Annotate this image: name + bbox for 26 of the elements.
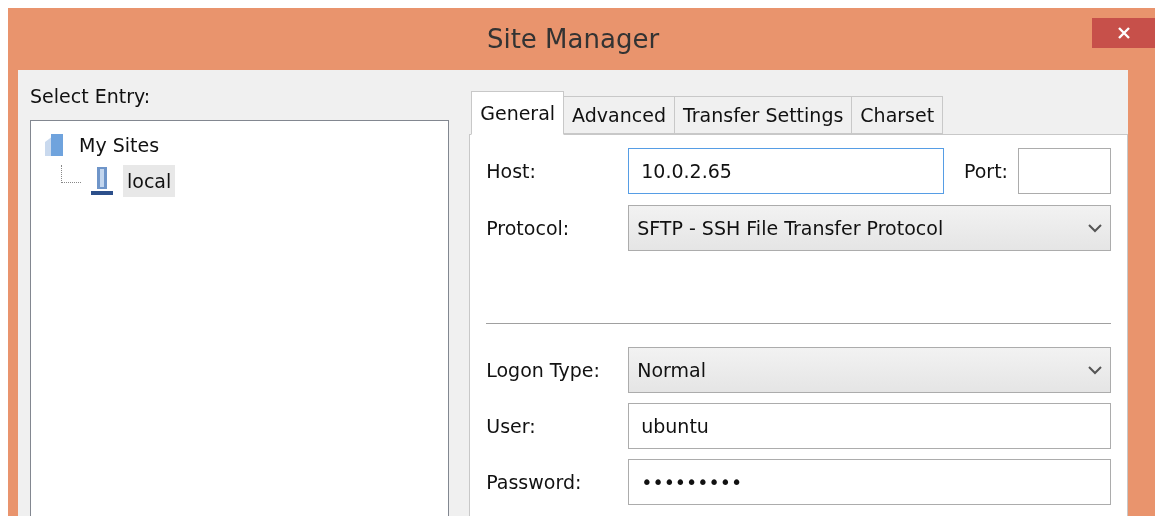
password-field[interactable]: ••••••••• [628, 459, 1111, 505]
password-label: Password: [486, 469, 583, 495]
host-label: Host: [486, 158, 537, 184]
host-field[interactable]: 10.0.2.65 [628, 148, 944, 194]
user-field[interactable]: ubuntu [628, 403, 1111, 449]
port-field[interactable] [1018, 148, 1111, 194]
chevron-down-icon [1088, 365, 1102, 375]
tab[interactable]: Charset [851, 96, 944, 134]
protocol-label: Protocol: [486, 215, 571, 241]
server-icon [89, 166, 115, 196]
close-button[interactable] [1092, 18, 1155, 48]
select-entry-label: Select Entry: [30, 84, 152, 109]
protocol-dropdown[interactable]: SFTP - SSH File Transfer Protocol [628, 205, 1111, 251]
tab[interactable]: Transfer Settings [673, 96, 853, 134]
close-icon [1116, 26, 1131, 40]
tree-connector [61, 165, 81, 183]
chevron-down-icon [1088, 223, 1102, 233]
window-title: Site Manager [486, 22, 660, 56]
tree-item[interactable]: local [123, 164, 176, 198]
port-label: Port: [963, 158, 1008, 184]
logon-type-label: Logon Type: [486, 357, 601, 383]
user-label: User: [486, 413, 537, 439]
tree-item[interactable]: My Sites [75, 128, 164, 162]
tab[interactable]: General [471, 91, 565, 135]
tab[interactable]: Advanced [563, 96, 675, 134]
logon-type-dropdown[interactable]: Normal [628, 347, 1111, 393]
